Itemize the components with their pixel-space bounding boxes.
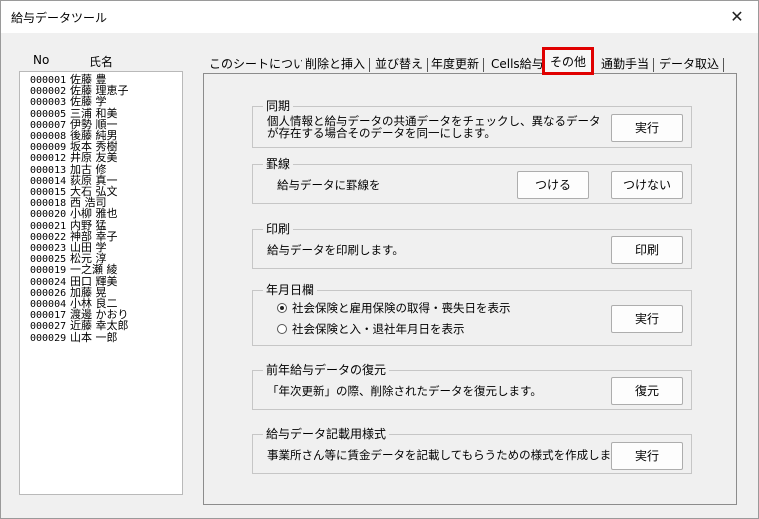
list-item-no: 000029 <box>30 332 67 344</box>
list-item-name: 山本 一郎 <box>70 330 118 344</box>
restore-description: 「年次更新」の際、削除されたデータを復元します。 <box>267 384 542 398</box>
border-description: 給与データに罫線を <box>277 178 381 192</box>
sync-run-button[interactable]: 実行 <box>611 114 683 142</box>
close-icon[interactable]: ✕ <box>722 5 752 29</box>
form-run-button[interactable]: 実行 <box>611 442 683 470</box>
sync-description-line2: が存在する場合そのデータを同一にします。 <box>267 126 496 140</box>
employee-listbox[interactable]: 000001 佐藤 豊 000002 佐藤 理恵子 000003 佐藤 学 000005 三浦… <box>19 71 183 495</box>
border-on-button[interactable]: つける <box>517 171 589 199</box>
tab-commute-allowance[interactable]: 通勤手当 <box>598 56 655 74</box>
group-restore: 前年給与データの復元 「年次更新」の際、削除されたデータを復元します。 復元 <box>252 362 692 410</box>
print-description: 給与データを印刷します。 <box>267 243 404 257</box>
date-option-insurance-dates[interactable]: 社会保険と雇用保険の取得・喪失日を表示 <box>277 301 511 315</box>
tab-sort[interactable]: 並び替え <box>372 56 429 74</box>
date-option-join-leave-dates[interactable]: 社会保険と入・退社年月日を表示 <box>277 322 465 336</box>
group-form: 給与データ記載用様式 事業所さん等に賃金データを記載してもらうための様式を作成し… <box>252 426 692 474</box>
group-restore-title: 前年給与データの復元 <box>263 362 390 378</box>
window-title: 給与データツール <box>11 11 108 25</box>
tab-delete-insert[interactable]: 削除と挿入 <box>302 56 371 74</box>
title-bar: 給与データツール ✕ <box>1 1 758 33</box>
column-header-no: No <box>33 53 50 67</box>
tab-annual-update[interactable]: 年度更新 <box>428 56 485 74</box>
group-date-column: 年月日欄 社会保険と雇用保険の取得・喪失日を表示 社会保険と入・退社年月日を表示… <box>252 282 692 346</box>
main-window: 給与データツール ✕ No 氏名 000001 佐藤 豊 000002 佐藤 理恵子 0… <box>0 0 759 519</box>
group-sync: 同期 個人情報と給与データの共通データをチェックし、異なるデータ が存在する場合… <box>252 98 692 148</box>
radio-unselected-icon[interactable] <box>277 324 287 334</box>
group-date-title: 年月日欄 <box>263 282 318 298</box>
print-button[interactable]: 印刷 <box>611 236 683 264</box>
group-sync-title: 同期 <box>263 98 294 114</box>
radio-selected-icon[interactable] <box>277 303 287 313</box>
date-option1-label: 社会保険と雇用保険の取得・喪失日を表示 <box>292 301 511 315</box>
tab-panel-other: 同期 個人情報と給与データの共通データをチェックし、異なるデータ が存在する場合… <box>203 73 737 505</box>
tab-data-import[interactable]: データ取込 <box>656 56 725 74</box>
group-print: 印刷 給与データを印刷します。 印刷 <box>252 221 692 269</box>
tab-other[interactable]: その他 <box>542 47 595 75</box>
form-description: 事業所さん等に賃金データを記載してもらうための様式を作成します。 <box>267 448 633 462</box>
group-border: 罫線 給与データに罫線を つける つけない <box>252 156 692 204</box>
border-off-button[interactable]: つけない <box>611 171 683 199</box>
group-print-title: 印刷 <box>263 221 294 237</box>
list-item[interactable]: 000029 山本 一郎 <box>30 330 118 344</box>
restore-button[interactable]: 復元 <box>611 377 683 405</box>
column-header-name: 氏名 <box>89 55 114 69</box>
date-run-button[interactable]: 実行 <box>611 305 683 333</box>
group-border-title: 罫線 <box>263 156 294 172</box>
date-option2-label: 社会保険と入・退社年月日を表示 <box>292 322 465 336</box>
tab-cells-salary[interactable]: Cells給与 <box>488 56 547 74</box>
group-form-title: 給与データ記載用様式 <box>263 426 390 442</box>
